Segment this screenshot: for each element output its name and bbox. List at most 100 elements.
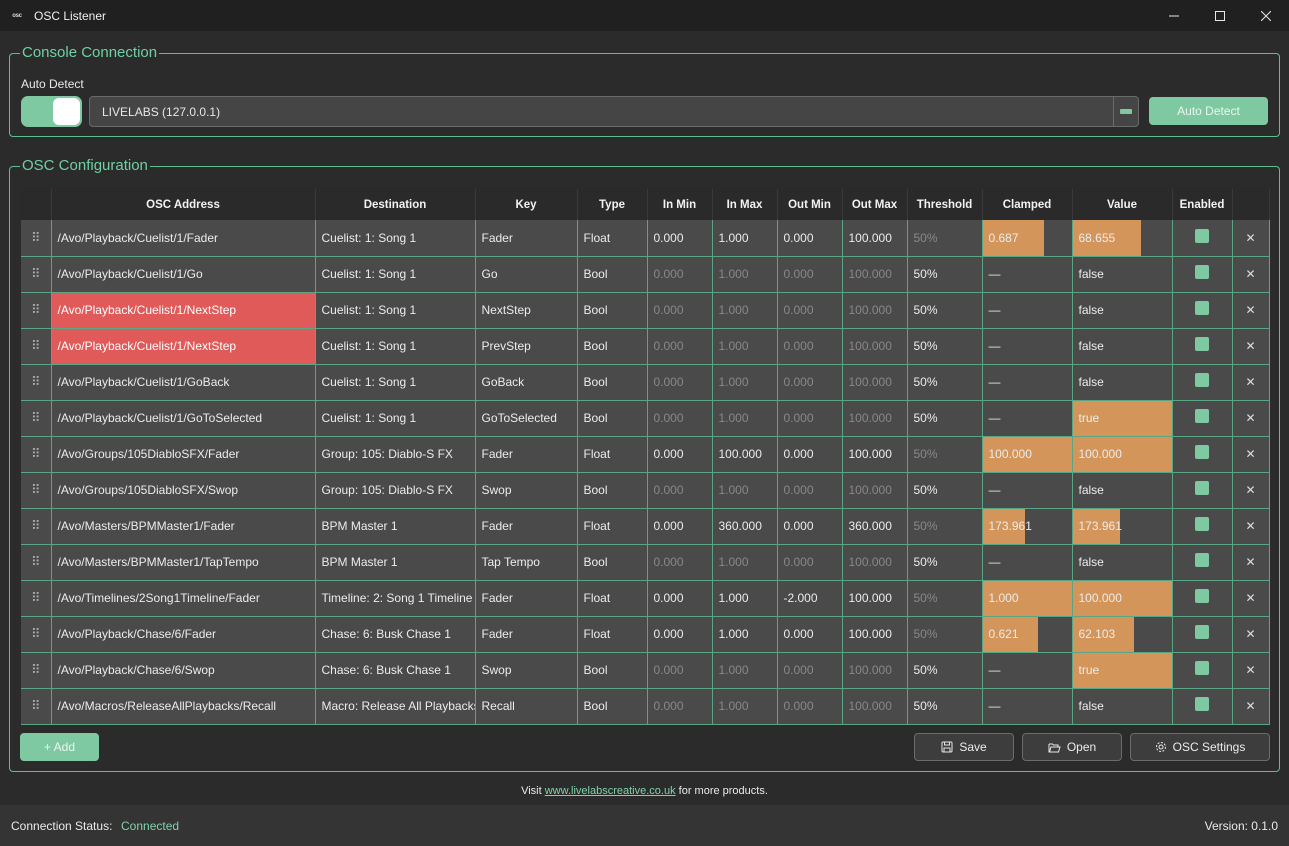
enabled-checkbox[interactable] — [1195, 444, 1209, 459]
out-max-cell[interactable]: 100.000 — [842, 472, 908, 509]
delete-row-button[interactable]: ✕ — [1232, 508, 1270, 545]
enabled-cell[interactable] — [1172, 688, 1233, 725]
out-max-cell[interactable]: 100.000 — [842, 328, 908, 365]
in-max-cell[interactable]: 1.000 — [712, 688, 778, 725]
key-cell[interactable]: PrevStep — [475, 328, 578, 365]
in-min-cell[interactable]: 0.000 — [647, 292, 713, 329]
in-max-cell[interactable]: 1.000 — [712, 328, 778, 365]
enabled-cell[interactable] — [1172, 616, 1233, 653]
threshold-cell[interactable]: 50% — [907, 436, 983, 473]
type-cell[interactable]: Bool — [577, 652, 648, 689]
in-max-cell[interactable]: 1.000 — [712, 652, 778, 689]
osc-address-cell[interactable]: /Avo/Playback/Chase/6/Fader — [51, 616, 316, 653]
table-row[interactable]: ⠿ /Avo/Playback/Cuelist/1/NextStep Cuelist… — [21, 292, 1270, 329]
osc-address-cell[interactable]: /Avo/Groups/105DiabloSFX/Fader — [51, 436, 316, 473]
enabled-checkbox[interactable] — [1195, 660, 1209, 675]
key-cell[interactable]: Fader — [475, 508, 578, 545]
out-min-cell[interactable]: 0.000 — [777, 652, 843, 689]
drag-handle[interactable]: ⠿ — [21, 256, 52, 293]
osc-address-cell[interactable]: /Avo/Playback/Cuelist/1/Fader — [51, 220, 316, 257]
in-min-cell[interactable]: 0.000 — [647, 688, 713, 725]
osc-address-cell[interactable]: /Avo/Macros/ReleaseAllPlaybacks/Recall — [51, 688, 316, 725]
enabled-checkbox[interactable] — [1195, 696, 1209, 711]
enabled-checkbox[interactable] — [1195, 264, 1209, 279]
out-max-cell[interactable]: 360.000 — [842, 508, 908, 545]
drag-handle[interactable]: ⠿ — [21, 400, 52, 437]
threshold-cell[interactable]: 50% — [907, 364, 983, 401]
out-max-cell[interactable]: 100.000 — [842, 220, 908, 257]
out-min-cell[interactable]: 0.000 — [777, 688, 843, 725]
destination-cell[interactable]: Cuelist: 1: Song 1 — [315, 292, 476, 329]
delete-row-button[interactable]: ✕ — [1232, 472, 1270, 509]
threshold-cell[interactable]: 50% — [907, 472, 983, 509]
out-max-cell[interactable]: 100.000 — [842, 652, 908, 689]
drag-handle[interactable]: ⠿ — [21, 472, 52, 509]
out-min-cell[interactable]: 0.000 — [777, 616, 843, 653]
drag-handle[interactable]: ⠿ — [21, 508, 52, 545]
osc-address-cell[interactable]: /Avo/Playback/Cuelist/1/NextStep — [51, 328, 316, 365]
table-row[interactable]: ⠿ /Avo/Groups/105DiabloSFX/Fader Group: 10… — [21, 436, 1270, 473]
osc-address-cell[interactable]: /Avo/Playback/Cuelist/1/GoToSelected — [51, 400, 316, 437]
key-cell[interactable]: Fader — [475, 220, 578, 257]
key-cell[interactable]: Go — [475, 256, 578, 293]
key-cell[interactable]: Fader — [475, 436, 578, 473]
key-cell[interactable]: Swop — [475, 472, 578, 509]
in-min-cell[interactable]: 0.000 — [647, 364, 713, 401]
delete-row-button[interactable]: ✕ — [1232, 220, 1270, 257]
destination-cell[interactable]: Group: 105: Diablo-S FX — [315, 472, 476, 509]
enabled-checkbox[interactable] — [1195, 480, 1209, 495]
out-max-cell[interactable]: 100.000 — [842, 436, 908, 473]
threshold-cell[interactable]: 50% — [907, 400, 983, 437]
table-row[interactable]: ⠿ /Avo/Playback/Cuelist/1/Go Cuelist: 1: S… — [21, 256, 1270, 293]
destination-cell[interactable]: Macro: Release All Playbacks — [315, 688, 476, 725]
in-min-cell[interactable]: 0.000 — [647, 472, 713, 509]
enabled-cell[interactable] — [1172, 580, 1233, 617]
delete-row-button[interactable]: ✕ — [1232, 688, 1270, 725]
destination-cell[interactable]: Cuelist: 1: Song 1 — [315, 364, 476, 401]
type-cell[interactable]: Bool — [577, 364, 648, 401]
threshold-cell[interactable]: 50% — [907, 328, 983, 365]
key-cell[interactable]: GoToSelected — [475, 400, 578, 437]
auto-detect-button[interactable]: Auto Detect — [1149, 97, 1268, 125]
osc-address-cell[interactable]: /Avo/Playback/Cuelist/1/GoBack — [51, 364, 316, 401]
threshold-cell[interactable]: 50% — [907, 256, 983, 293]
add-button[interactable]: + Add — [20, 733, 99, 761]
in-max-cell[interactable]: 1.000 — [712, 616, 778, 653]
drag-handle[interactable]: ⠿ — [21, 652, 52, 689]
in-min-cell[interactable]: 0.000 — [647, 616, 713, 653]
osc-address-cell[interactable]: /Avo/Masters/BPMMaster1/TapTempo — [51, 544, 316, 581]
table-row[interactable]: ⠿ /Avo/Playback/Cuelist/1/NextStep Cuelist… — [21, 328, 1270, 365]
table-row[interactable]: ⠿ /Avo/Masters/BPMMaster1/Fader BPM Master… — [21, 508, 1270, 545]
threshold-cell[interactable]: 50% — [907, 616, 983, 653]
type-cell[interactable]: Bool — [577, 688, 648, 725]
drag-handle[interactable]: ⠿ — [21, 220, 52, 257]
in-min-cell[interactable]: 0.000 — [647, 652, 713, 689]
out-min-cell[interactable]: 0.000 — [777, 292, 843, 329]
out-min-cell[interactable]: 0.000 — [777, 364, 843, 401]
out-max-cell[interactable]: 100.000 — [842, 292, 908, 329]
key-cell[interactable]: Tap Tempo — [475, 544, 578, 581]
out-min-cell[interactable]: 0.000 — [777, 436, 843, 473]
minimize-button[interactable] — [1151, 0, 1197, 31]
drag-handle[interactable]: ⠿ — [21, 292, 52, 329]
enabled-checkbox[interactable] — [1195, 624, 1209, 639]
drag-handle[interactable]: ⠿ — [21, 616, 52, 653]
threshold-cell[interactable]: 50% — [907, 292, 983, 329]
osc-address-cell[interactable]: /Avo/Playback/Cuelist/1/Go — [51, 256, 316, 293]
delete-row-button[interactable]: ✕ — [1232, 436, 1270, 473]
table-row[interactable]: ⠿ /Avo/Playback/Chase/6/Fader Chase: 6: Bu… — [21, 616, 1270, 653]
key-cell[interactable]: NextStep — [475, 292, 578, 329]
table-row[interactable]: ⠿ /Avo/Macros/ReleaseAllPlaybacks/Recall M… — [21, 688, 1270, 725]
type-cell[interactable]: Float — [577, 436, 648, 473]
in-min-cell[interactable]: 0.000 — [647, 544, 713, 581]
out-min-cell[interactable]: -2.000 — [777, 580, 843, 617]
drag-handle[interactable]: ⠿ — [21, 436, 52, 473]
destination-cell[interactable]: Cuelist: 1: Song 1 — [315, 328, 476, 365]
open-button[interactable]: Open — [1022, 733, 1122, 761]
drag-handle[interactable]: ⠿ — [21, 544, 52, 581]
osc-address-cell[interactable]: /Avo/Playback/Cuelist/1/NextStep — [51, 292, 316, 329]
in-max-cell[interactable]: 1.000 — [712, 472, 778, 509]
delete-row-button[interactable]: ✕ — [1232, 328, 1270, 365]
in-max-cell[interactable]: 1.000 — [712, 292, 778, 329]
threshold-cell[interactable]: 50% — [907, 652, 983, 689]
